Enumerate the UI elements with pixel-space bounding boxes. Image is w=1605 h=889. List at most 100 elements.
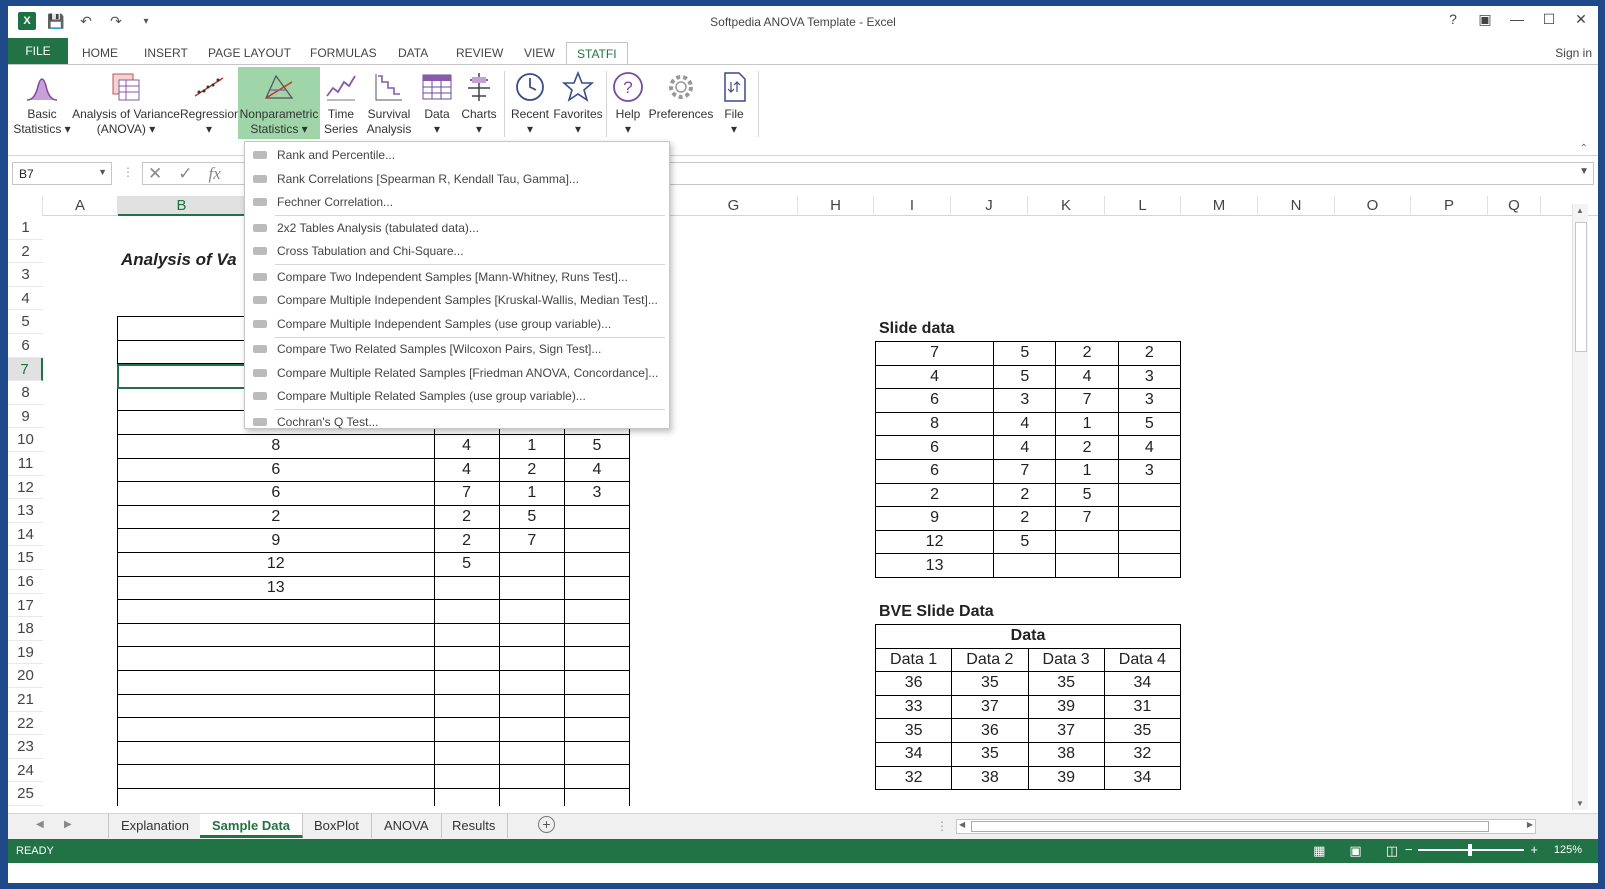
- table-cell[interactable]: 7: [1055, 506, 1119, 531]
- charts-button[interactable]: Charts ▾: [458, 67, 500, 137]
- table-cell[interactable]: 5: [563, 433, 631, 459]
- column-header-q[interactable]: Q: [1488, 196, 1541, 216]
- table-cell[interactable]: 35: [1103, 718, 1182, 743]
- table-cell[interactable]: [1117, 529, 1182, 555]
- table-cell[interactable]: 38: [951, 765, 1029, 791]
- table-cell[interactable]: [563, 740, 631, 766]
- table-cell[interactable]: [117, 646, 435, 671]
- menu-item[interactable]: Rank Correlations [Spearman R, Kendall T…: [245, 168, 669, 190]
- table-cell[interactable]: [433, 787, 500, 806]
- table-cell[interactable]: [433, 599, 500, 624]
- table-cell[interactable]: 6: [117, 481, 435, 506]
- horizontal-scroll-thumb[interactable]: [971, 821, 1489, 832]
- menu-item[interactable]: Compare Multiple Independent Samples [Kr…: [245, 289, 669, 311]
- sheet-tab-anova[interactable]: ANOVA: [372, 814, 442, 838]
- menu-item[interactable]: Cochran's Q Test...: [245, 411, 669, 433]
- table-cell[interactable]: 35: [951, 671, 1029, 696]
- table-cell[interactable]: 35: [951, 741, 1029, 767]
- minimize-icon[interactable]: —: [1508, 11, 1526, 28]
- menu-item[interactable]: Fechner Correlation...: [245, 191, 669, 213]
- table-cell[interactable]: [563, 504, 631, 530]
- table-cell[interactable]: 9: [874, 506, 995, 531]
- table-cell[interactable]: [1055, 553, 1119, 578]
- row-header-11[interactable]: 11: [8, 452, 43, 476]
- table-cell[interactable]: [498, 764, 565, 789]
- regression-button[interactable]: Regression ▾: [180, 67, 241, 137]
- enter-icon[interactable]: ✓: [178, 164, 192, 184]
- survival-analysis-button[interactable]: Survival Analysis ▾: [364, 67, 414, 151]
- table-cell[interactable]: [433, 669, 500, 695]
- table-cell[interactable]: 12: [874, 529, 995, 555]
- sheet-tab-boxplot[interactable]: BoxPlot: [302, 814, 372, 838]
- recent-button[interactable]: Recent ▾: [508, 67, 552, 137]
- table-cell[interactable]: 37: [1027, 718, 1105, 743]
- table-cell[interactable]: [117, 740, 435, 766]
- column-header-i[interactable]: I: [874, 196, 951, 216]
- table-cell[interactable]: 3: [1117, 458, 1182, 484]
- table-cell[interactable]: 5: [433, 551, 500, 577]
- table-cell[interactable]: 31: [1103, 694, 1182, 720]
- table-cell[interactable]: 34: [1103, 671, 1182, 696]
- row-header-10[interactable]: 10: [8, 428, 43, 452]
- table-cell[interactable]: [1055, 529, 1119, 555]
- anova-button[interactable]: Analysis of Variance (ANOVA) ▾: [72, 67, 180, 137]
- table-cell[interactable]: [498, 646, 565, 671]
- menu-item[interactable]: Compare Two Related Samples [Wilcoxon Pa…: [245, 338, 669, 360]
- table-cell[interactable]: [563, 551, 631, 577]
- table-cell[interactable]: [563, 693, 631, 719]
- row-header-17[interactable]: 17: [8, 594, 43, 618]
- zoom-in-icon[interactable]: +: [1530, 842, 1538, 857]
- column-header-j[interactable]: J: [951, 196, 1028, 216]
- table-cell[interactable]: 4: [1055, 364, 1119, 390]
- table-cell[interactable]: [498, 575, 565, 601]
- table-cell[interactable]: [498, 693, 565, 719]
- menu-item[interactable]: Compare Multiple Independent Samples (us…: [245, 313, 669, 335]
- table-cell[interactable]: 6: [874, 388, 995, 413]
- table-cell[interactable]: 7: [993, 458, 1057, 484]
- row-header-5[interactable]: 5: [8, 310, 43, 334]
- help-icon[interactable]: ?: [1444, 11, 1462, 28]
- table-cell[interactable]: 1: [498, 481, 565, 506]
- table-cell[interactable]: [498, 740, 565, 766]
- favorites-button[interactable]: Favorites ▾: [552, 67, 604, 137]
- row-header-3[interactable]: 3: [8, 263, 43, 287]
- table-cell[interactable]: 38: [1027, 741, 1105, 767]
- column-header-b[interactable]: B: [118, 196, 246, 216]
- table-cell[interactable]: 4: [874, 364, 995, 390]
- table-cell[interactable]: [563, 787, 631, 806]
- table-cell[interactable]: 5: [993, 529, 1057, 555]
- table-cell[interactable]: [563, 764, 631, 789]
- table-cell[interactable]: 32: [874, 765, 953, 791]
- prev-sheet-icon[interactable]: ◀: [36, 819, 44, 830]
- zoom-track[interactable]: [1418, 843, 1525, 856]
- table-cell[interactable]: [498, 599, 565, 624]
- column-header-g[interactable]: G: [670, 196, 798, 216]
- table-cell[interactable]: 2: [117, 504, 435, 530]
- table-cell[interactable]: Data 1: [874, 647, 953, 673]
- table-cell[interactable]: 7: [498, 528, 565, 553]
- table-cell[interactable]: 5: [993, 341, 1057, 366]
- tab-file[interactable]: FILE: [8, 38, 68, 64]
- table-cell[interactable]: 34: [1103, 765, 1182, 791]
- tab-home[interactable]: HOME: [72, 42, 128, 64]
- tab-formulas[interactable]: FORMULAS: [300, 42, 387, 64]
- table-cell[interactable]: [433, 764, 500, 789]
- table-cell[interactable]: [563, 599, 631, 624]
- scroll-down-icon[interactable]: ▼: [1576, 799, 1584, 808]
- table-cell[interactable]: [993, 553, 1057, 578]
- table-cell[interactable]: 36: [951, 718, 1029, 743]
- table-cell[interactable]: [117, 717, 435, 742]
- add-sheet-icon[interactable]: +: [538, 816, 555, 833]
- row-header-6[interactable]: 6: [8, 334, 43, 358]
- data-button[interactable]: Data ▾: [416, 67, 458, 137]
- column-header-m[interactable]: M: [1181, 196, 1258, 216]
- preferences-button[interactable]: Preferences: [648, 67, 714, 137]
- tab-view[interactable]: VIEW: [514, 42, 565, 64]
- row-header-7[interactable]: 7: [8, 357, 43, 382]
- table-cell[interactable]: 33: [874, 694, 953, 720]
- zoom-out-icon[interactable]: −: [1405, 842, 1413, 857]
- table-cell[interactable]: 2: [993, 482, 1057, 508]
- table-cell[interactable]: [117, 787, 435, 806]
- table-cell[interactable]: [563, 622, 631, 648]
- table-cell[interactable]: 3: [563, 481, 631, 506]
